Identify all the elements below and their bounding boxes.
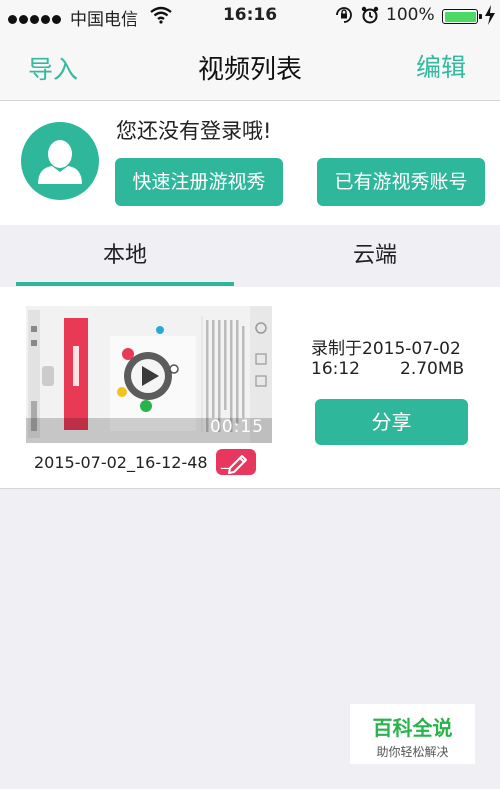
battery-percent: 100%: [386, 5, 435, 25]
quick-register-button[interactable]: 快速注册游视秀: [115, 158, 283, 206]
video-duration: 00:15: [210, 417, 264, 437]
login-prompt: 您还没有登录哦!: [116, 119, 272, 143]
share-button[interactable]: 分享: [315, 399, 468, 445]
video-thumbnail[interactable]: 00:15: [26, 306, 272, 443]
video-filename: 2015-07-02_16-12-48: [34, 453, 208, 472]
tab-local[interactable]: 本地: [16, 225, 234, 286]
recorded-time: 16:12: [311, 359, 360, 379]
login-card: 您还没有登录哦! 快速注册游视秀 已有游视秀账号: [0, 101, 500, 225]
tab-bar: 本地 云端: [0, 225, 500, 286]
watermark: 百科全说 助你轻松解决: [350, 704, 475, 764]
watermark-subtitle: 助你轻松解决: [376, 745, 449, 759]
charging-bolt-icon: [484, 5, 496, 30]
navigation-bar: 导入 视频列表 编辑: [0, 34, 500, 101]
watermark-title: 百科全说: [372, 716, 453, 740]
user-silhouette-icon: [38, 140, 82, 184]
existing-account-button[interactable]: 已有游视秀账号: [317, 158, 485, 206]
battery-icon: [442, 9, 482, 24]
recorded-time-size: 16:12 2.70MB: [311, 359, 464, 379]
file-size: 2.70MB: [400, 359, 465, 379]
avatar[interactable]: [21, 122, 99, 200]
status-bar: 中国电信 16:16 100%: [0, 0, 500, 34]
tab-cloud[interactable]: 云端: [266, 225, 484, 286]
recorded-date: 录制于2015-07-02: [311, 339, 461, 359]
edit-tag-label: _: [221, 450, 229, 469]
video-list-item: 00:15 2015-07-02_16-12-48 _ 录制于2015-07-0…: [0, 287, 500, 489]
edit-name-button[interactable]: _: [216, 449, 256, 475]
active-tab-indicator: [16, 282, 234, 286]
orientation-lock-icon: [334, 5, 354, 30]
edit-button[interactable]: 编辑: [416, 48, 466, 84]
alarm-icon: [360, 5, 380, 30]
